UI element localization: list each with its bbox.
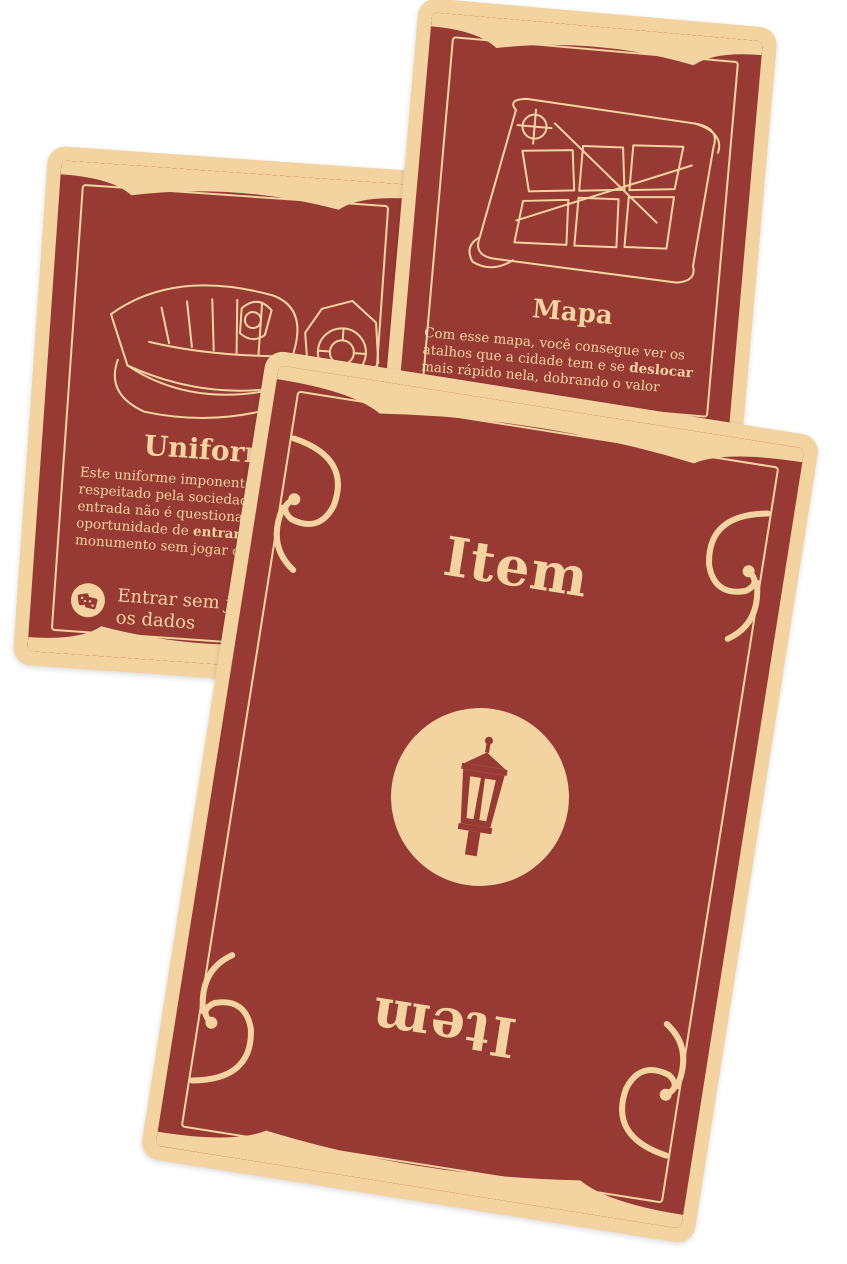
card-bottom-ornament <box>155 1130 684 1229</box>
card-item-label-bottom: Item <box>366 984 521 1071</box>
card-top-ornament <box>60 160 413 210</box>
card-top-ornament <box>430 12 763 66</box>
card-item-face: Item Item <box>155 365 805 1229</box>
card-mapa-face: Mapa Com esse mapa, você consegue ver os… <box>397 12 763 442</box>
item-emblem <box>378 695 582 899</box>
card-item-label-top: Item <box>439 523 594 610</box>
city-map-scroll-icon <box>468 97 721 284</box>
dice-icon <box>69 582 107 619</box>
street-lamp-icon <box>457 736 508 857</box>
